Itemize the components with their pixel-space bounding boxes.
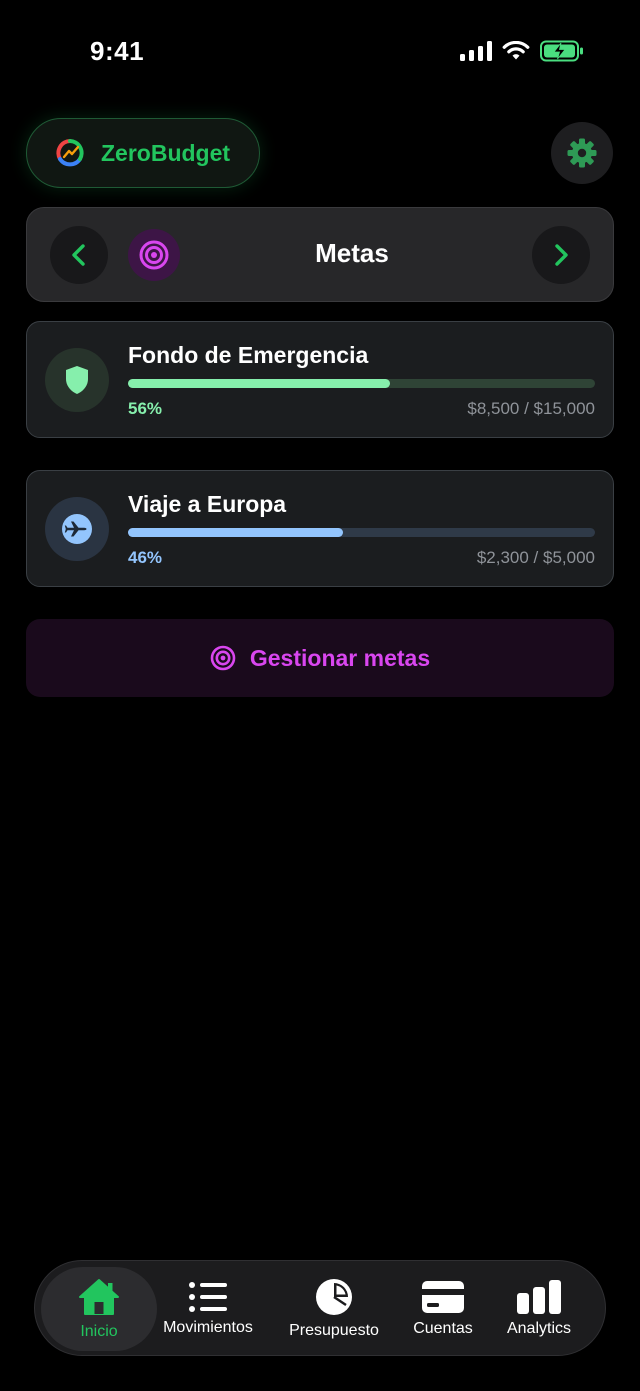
tab-analytics[interactable]: Analytics — [495, 1267, 583, 1351]
goal-amount: $2,300 / $5,000 — [476, 548, 595, 567]
bar-chart-icon — [517, 1280, 561, 1314]
credit-card-icon — [422, 1281, 464, 1313]
goal-progress-track — [128, 528, 595, 537]
target-icon — [210, 645, 236, 671]
goal-card-emergency-fund[interactable]: Fondo de Emergencia 56% $8,500 / $15,000 — [26, 321, 614, 438]
tab-label: Analytics — [506, 1320, 572, 1337]
zerobudget-logo-icon — [56, 139, 84, 167]
brand-pill[interactable]: ZeroBudget — [26, 118, 260, 188]
tab-label: Presupuesto — [289, 1322, 379, 1339]
tab-movimientos[interactable]: Movimientos — [153, 1267, 263, 1351]
status-icons — [460, 40, 584, 62]
goal-progress-fill — [128, 528, 343, 537]
tab-presupuesto[interactable]: Presupuesto — [279, 1267, 389, 1351]
chevron-right-icon — [555, 244, 568, 266]
section-title: Metas — [315, 238, 389, 268]
goal-amount: $8,500 / $15,000 — [467, 399, 595, 418]
tab-label: Movimientos — [163, 1319, 253, 1336]
goal-progress-fill — [128, 379, 390, 388]
shield-icon — [66, 366, 88, 394]
goal-percent: 46% — [128, 548, 163, 567]
tab-bar: Inicio Movimientos Presupuesto Cuentas A… — [34, 1260, 606, 1356]
battery-charging-icon — [540, 40, 583, 62]
tab-label: Cuentas — [413, 1320, 473, 1337]
goal-card-europe-trip[interactable]: Viaje a Europa 46% $2,300 / $5,000 — [26, 470, 614, 587]
cellular-signal-icon — [460, 41, 492, 61]
pie-chart-icon — [316, 1279, 352, 1315]
settings-button[interactable] — [551, 122, 613, 184]
home-icon — [79, 1279, 119, 1315]
brand-name: ZeroBudget — [101, 139, 231, 166]
goal-percent: 56% — [128, 399, 163, 418]
section-switcher: Metas — [26, 207, 614, 302]
goal-icon-badge — [45, 348, 109, 412]
airplane-icon — [62, 514, 92, 544]
goal-icon-badge — [45, 497, 109, 561]
manage-goals-button[interactable]: Gestionar metas — [26, 619, 614, 697]
goal-progress-track — [128, 379, 595, 388]
manage-goals-label: Gestionar metas — [249, 644, 431, 671]
status-time: 9:41 — [90, 36, 145, 66]
tab-cuentas[interactable]: Cuentas — [399, 1267, 487, 1351]
next-section-button[interactable] — [532, 226, 590, 284]
tab-label: Inicio — [80, 1323, 118, 1340]
gear-icon — [567, 138, 597, 168]
list-icon — [189, 1282, 227, 1312]
goal-title: Viaje a Europa — [128, 491, 287, 517]
wifi-icon — [502, 41, 530, 60]
goal-title: Fondo de Emergencia — [128, 342, 369, 368]
tab-inicio[interactable]: Inicio — [41, 1267, 157, 1351]
